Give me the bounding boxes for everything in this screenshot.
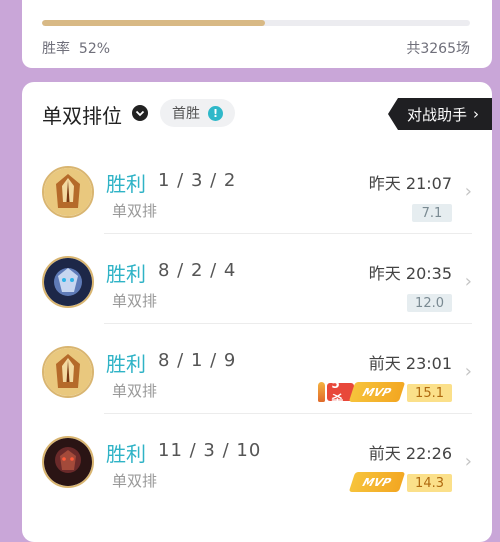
match-row[interactable]: 胜利 1 / 3 / 2 单双排 昨天 21:07 7.1 › xyxy=(22,144,492,234)
chevron-right-icon: › xyxy=(464,451,472,472)
match-kda: 8 / 2 / 4 xyxy=(158,260,237,281)
winrate-progress-bar xyxy=(42,20,470,26)
battle-assistant-label: 对战助手 xyxy=(406,105,467,124)
mvp-badge: MVP xyxy=(348,382,406,402)
match-score: 15.1 xyxy=(407,384,452,402)
hero-avatar xyxy=(42,256,94,308)
summary-card: 胜率 52% 共3265场 xyxy=(22,0,492,68)
match-result: 胜利 xyxy=(106,172,146,196)
match-row[interactable]: 胜利 8 / 2 / 4 单双排 昨天 20:35 12.0 › xyxy=(22,234,492,324)
match-score: 12.0 xyxy=(407,294,452,312)
app-frame: 胜率 52% 共3265场 单双排位 首胜 ! 对战助手 › 胜利 1 / 3 … xyxy=(4,0,496,542)
match-score: 14.3 xyxy=(407,474,452,492)
match-mode: 单双排 xyxy=(112,292,158,310)
match-row[interactable]: 胜利 8 / 1 / 9 单双排 前天 23:01 5杀 MVP 15.1 › xyxy=(22,324,492,414)
hero-avatar xyxy=(42,166,94,218)
hero-avatar xyxy=(42,436,94,488)
kill-figure-icon xyxy=(318,382,326,402)
section-title[interactable]: 单双排位 xyxy=(42,100,122,129)
match-time: 昨天 21:07 xyxy=(368,174,452,193)
info-icon: ! xyxy=(208,105,223,121)
match-kda: 11 / 3 / 10 xyxy=(158,440,262,461)
mvp-badge: MVP xyxy=(348,472,406,492)
match-mode: 单双排 xyxy=(112,202,158,220)
winrate-label: 胜率 xyxy=(42,41,70,57)
chevron-down-icon[interactable] xyxy=(132,105,148,121)
match-mode: 单双排 xyxy=(112,382,158,400)
chevron-right-icon: › xyxy=(464,181,472,202)
first-win-label: 首胜 xyxy=(172,106,200,122)
match-row[interactable]: 胜利 11 / 3 / 10 单双排 前天 22:26 MVP 14.3 › xyxy=(22,414,492,504)
winrate-progress-fill xyxy=(42,20,265,26)
chevron-right-icon: › xyxy=(464,361,472,382)
match-result: 胜利 xyxy=(106,442,146,466)
match-result: 胜利 xyxy=(106,262,146,286)
first-win-chip[interactable]: 首胜 ! xyxy=(160,99,235,127)
match-score: 7.1 xyxy=(412,204,452,222)
battle-assistant-button[interactable]: 对战助手 › xyxy=(388,98,492,130)
total-games: 共3265场 xyxy=(406,41,470,57)
match-kda: 1 / 3 / 2 xyxy=(158,170,237,191)
chevron-right-icon: › xyxy=(473,105,479,123)
match-result: 胜利 xyxy=(106,352,146,376)
match-time: 昨天 20:35 xyxy=(368,264,452,283)
match-mode: 单双排 xyxy=(112,472,158,490)
match-history-card: 单双排位 首胜 ! 对战助手 › 胜利 1 / 3 / 2 单双排 昨天 21:… xyxy=(22,82,492,542)
winrate-value: 52% xyxy=(78,41,111,57)
winrate-text: 胜率 52% xyxy=(42,38,110,58)
match-time: 前天 22:26 xyxy=(368,444,452,463)
match-time: 前天 23:01 xyxy=(368,354,452,373)
hero-avatar xyxy=(42,346,94,398)
match-kda: 8 / 1 / 9 xyxy=(158,350,237,371)
chevron-right-icon: › xyxy=(464,271,472,292)
